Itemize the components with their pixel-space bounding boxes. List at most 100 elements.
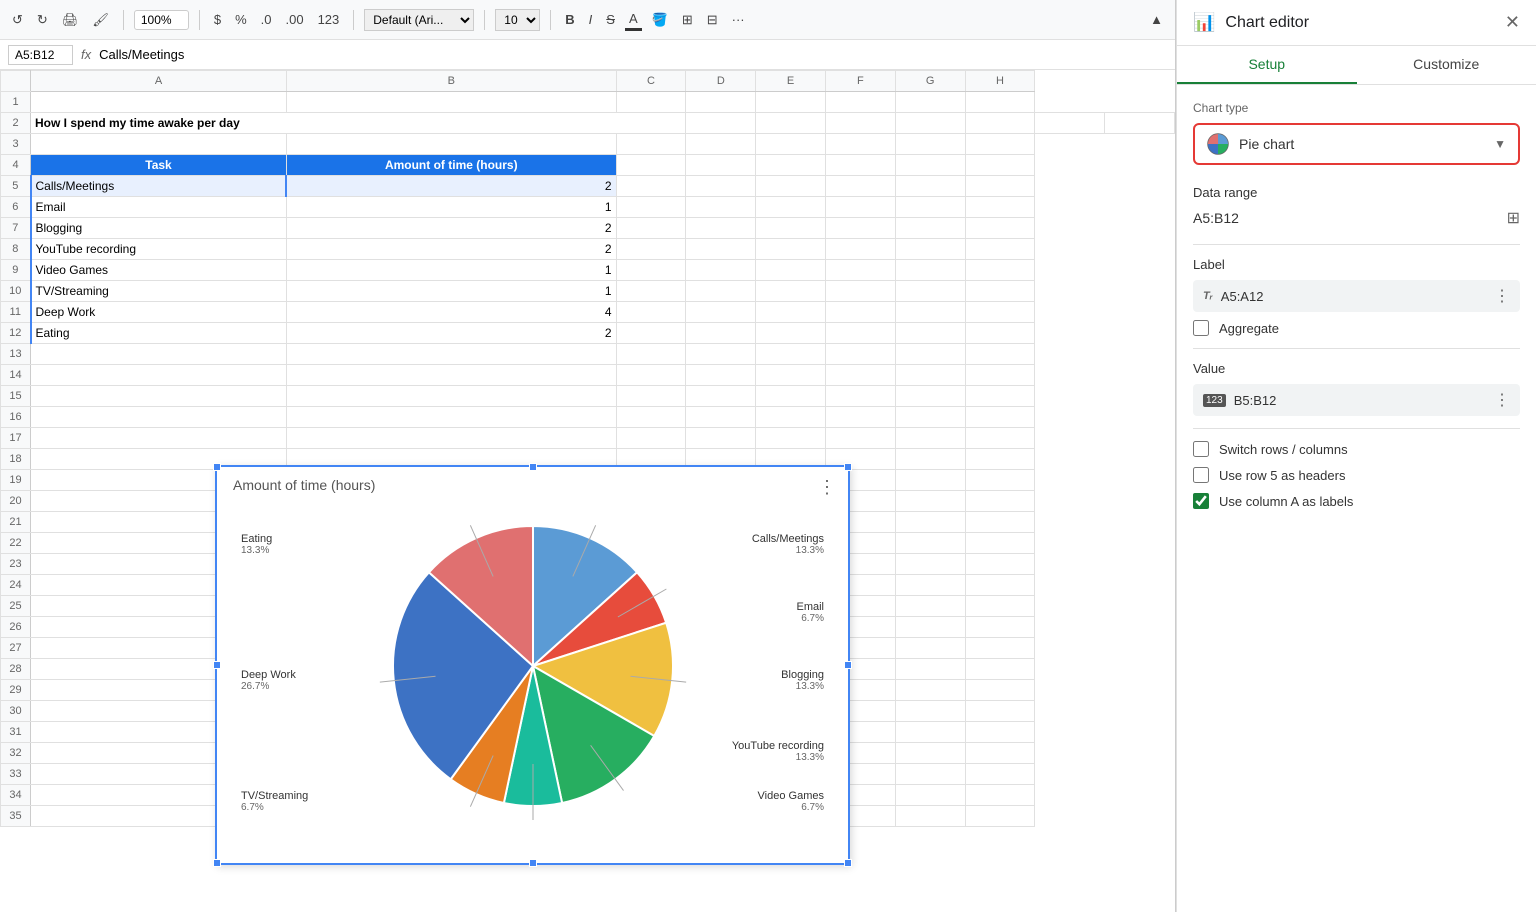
cell-r9-c0[interactable]: Video Games	[31, 260, 287, 281]
cell-r23-c7[interactable]	[965, 554, 1035, 575]
cell-r9-c3[interactable]	[686, 260, 756, 281]
chart-overlay[interactable]: Amount of time (hours) ⋮ Calls/Meetings …	[215, 465, 850, 865]
cell-r26-c6[interactable]	[895, 617, 965, 638]
cell-r5-c4[interactable]	[756, 176, 826, 197]
cell-r15-c0[interactable]	[31, 386, 287, 407]
cell-r14-c5[interactable]	[825, 365, 895, 386]
cell-r3-c0[interactable]	[31, 134, 287, 155]
cell-r9-c7[interactable]	[965, 260, 1035, 281]
col-header-E[interactable]: E	[756, 71, 826, 92]
chart-type-selector[interactable]: Pie chart ▼	[1193, 123, 1520, 165]
cell-r34-c6[interactable]	[895, 785, 965, 806]
use-col-a-checkbox[interactable]	[1193, 493, 1209, 509]
cell-r5-c6[interactable]	[895, 176, 965, 197]
cell-r12-c7[interactable]	[965, 323, 1035, 344]
cell-r12-c1[interactable]: 2	[286, 323, 616, 344]
cell-r1-c0[interactable]	[31, 92, 287, 113]
cell-r9-c1[interactable]: 1	[286, 260, 616, 281]
cell-r26-c7[interactable]	[965, 617, 1035, 638]
merge-button[interactable]: ⊟	[703, 10, 722, 30]
resize-handle-bm[interactable]	[529, 859, 537, 867]
cell-r14-c0[interactable]	[31, 365, 287, 386]
strikethrough-button[interactable]: S	[602, 10, 619, 29]
borders-button[interactable]: ⊞	[678, 10, 697, 30]
col-header-F[interactable]: F	[825, 71, 895, 92]
cell-r4-c3[interactable]	[686, 155, 756, 176]
cell-r13-c6[interactable]	[895, 344, 965, 365]
switch-rows-cols-checkbox[interactable]	[1193, 441, 1209, 457]
cell-r5-c3[interactable]	[686, 176, 756, 197]
cell-r17-c6[interactable]	[895, 428, 965, 449]
cell-r2-c7[interactable]	[1105, 113, 1175, 134]
italic-button[interactable]: I	[585, 10, 597, 29]
zoom-input[interactable]	[134, 10, 189, 30]
cell-r4-c5[interactable]	[825, 155, 895, 176]
cell-r3-c4[interactable]	[756, 134, 826, 155]
cell-r14-c2[interactable]	[616, 365, 686, 386]
cell-r35-c6[interactable]	[895, 806, 965, 827]
font-size-selector[interactable]: 10	[495, 9, 540, 31]
cell-r12-c5[interactable]	[825, 323, 895, 344]
cell-r25-c6[interactable]	[895, 596, 965, 617]
cell-r5-c0[interactable]: Calls/Meetings	[31, 176, 287, 197]
cell-r10-c6[interactable]	[895, 281, 965, 302]
cell-r17-c7[interactable]	[965, 428, 1035, 449]
cell-r11-c1[interactable]: 4	[286, 302, 616, 323]
cell-r17-c2[interactable]	[616, 428, 686, 449]
cell-r22-c6[interactable]	[895, 533, 965, 554]
cell-r14-c7[interactable]	[965, 365, 1035, 386]
percent-button[interactable]: %	[231, 10, 251, 29]
col-header-H[interactable]: H	[965, 71, 1035, 92]
cell-r2-c6[interactable]	[1035, 113, 1105, 134]
cell-r8-c2[interactable]	[616, 239, 686, 260]
cell-r4-c7[interactable]	[965, 155, 1035, 176]
cell-r5-c7[interactable]	[965, 176, 1035, 197]
bold-button[interactable]: B	[561, 10, 578, 29]
cell-r6-c3[interactable]	[686, 197, 756, 218]
resize-handle-bl[interactable]	[213, 859, 221, 867]
cell-r16-c4[interactable]	[756, 407, 826, 428]
cell-r23-c6[interactable]	[895, 554, 965, 575]
cell-r10-c0[interactable]: TV/Streaming	[31, 281, 287, 302]
cell-r17-c0[interactable]	[31, 428, 287, 449]
cell-r16-c7[interactable]	[965, 407, 1035, 428]
use-row5-checkbox[interactable]	[1193, 467, 1209, 483]
cell-r13-c5[interactable]	[825, 344, 895, 365]
cell-r14-c1[interactable]	[286, 365, 616, 386]
more-button[interactable]: ···	[728, 10, 749, 29]
cell-r17-c3[interactable]	[686, 428, 756, 449]
cell-r2-c4[interactable]	[895, 113, 965, 134]
cell-r8-c0[interactable]: YouTube recording	[31, 239, 287, 260]
cell-r13-c7[interactable]	[965, 344, 1035, 365]
cell-r8-c3[interactable]	[686, 239, 756, 260]
cell-r1-c3[interactable]	[686, 92, 756, 113]
undo-button[interactable]: ↺	[8, 10, 27, 30]
cell-r30-c7[interactable]	[965, 701, 1035, 722]
cell-r4-c6[interactable]	[895, 155, 965, 176]
formula-input[interactable]	[99, 47, 1167, 62]
cell-r1-c4[interactable]	[756, 92, 826, 113]
cell-r2-c2[interactable]	[756, 113, 826, 134]
cell-r20-c6[interactable]	[895, 491, 965, 512]
cell-r15-c4[interactable]	[756, 386, 826, 407]
cell-r3-c5[interactable]	[825, 134, 895, 155]
collapse-button[interactable]: ▲	[1146, 10, 1167, 29]
cell-r32-c6[interactable]	[895, 743, 965, 764]
cell-r29-c6[interactable]	[895, 680, 965, 701]
currency-button[interactable]: $	[210, 10, 225, 29]
cell-r13-c1[interactable]	[286, 344, 616, 365]
cell-r10-c7[interactable]	[965, 281, 1035, 302]
cell-r12-c4[interactable]	[756, 323, 826, 344]
value-field-menu-button[interactable]: ⋮	[1494, 390, 1510, 410]
col-header-G[interactable]: G	[895, 71, 965, 92]
cell-r8-c5[interactable]	[825, 239, 895, 260]
decimal00-button[interactable]: .00	[281, 10, 307, 29]
resize-handle-br[interactable]	[844, 859, 852, 867]
cell-r33-c6[interactable]	[895, 764, 965, 785]
cell-r13-c3[interactable]	[686, 344, 756, 365]
cell-r6-c1[interactable]: 1	[286, 197, 616, 218]
cell-r8-c4[interactable]	[756, 239, 826, 260]
cell-r15-c3[interactable]	[686, 386, 756, 407]
cell-r35-c7[interactable]	[965, 806, 1035, 827]
cell-r1-c7[interactable]	[965, 92, 1035, 113]
